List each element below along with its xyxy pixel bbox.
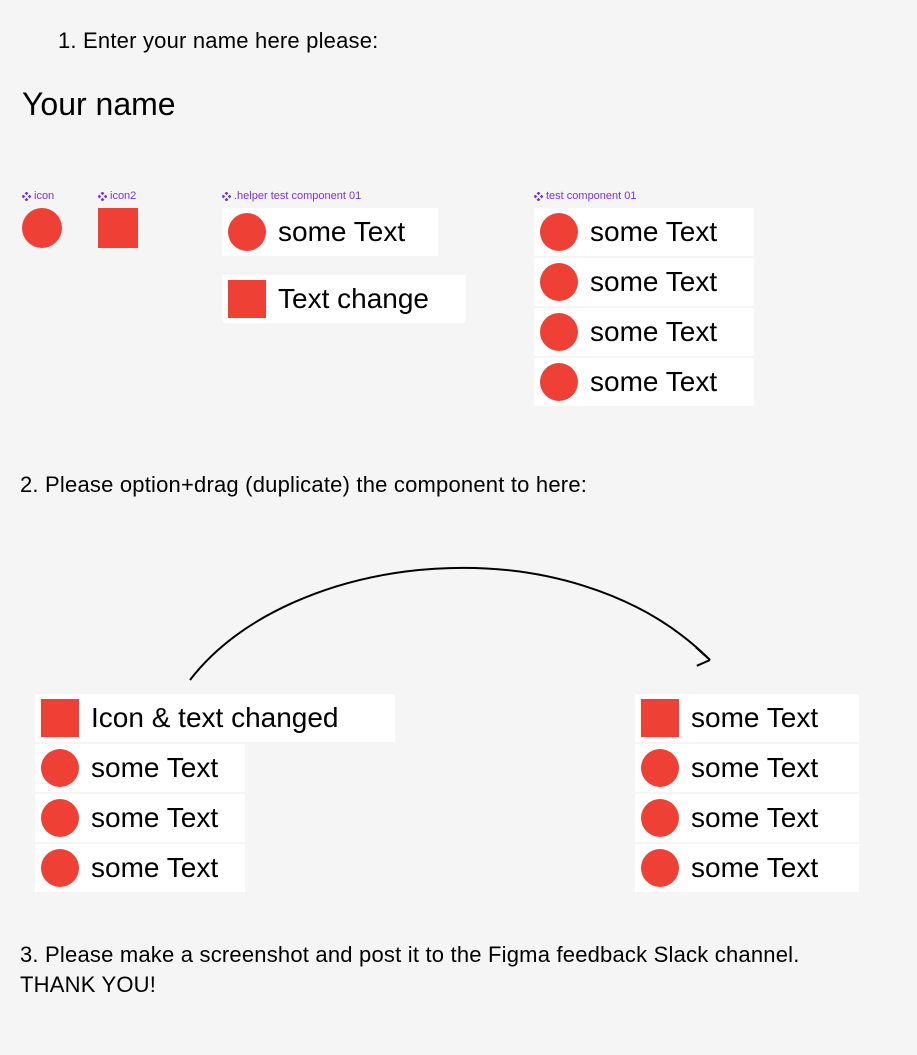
- component-label-text: test component 01: [546, 191, 637, 202]
- circle-icon: [540, 263, 578, 301]
- list-item-text: some Text: [691, 852, 818, 884]
- list-item-text: some Text: [691, 752, 818, 784]
- arrow-icon: [170, 530, 730, 700]
- list-item[interactable]: some Text: [635, 844, 859, 892]
- component-diamond-icon: [22, 192, 31, 201]
- component-label-icon2: icon2: [98, 191, 138, 202]
- list-item[interactable]: some Text: [534, 358, 754, 406]
- component-label-icon: icon: [22, 191, 62, 202]
- component-label-comp01: test component 01: [534, 191, 754, 202]
- component-label-text: icon2: [110, 191, 136, 202]
- instruction-step-3: 3. Please make a screenshot and post it …: [20, 940, 880, 999]
- circle-icon: [641, 849, 679, 887]
- component-label-helper: .helper test component 01: [222, 191, 438, 202]
- list-item-text: some Text: [590, 316, 717, 348]
- list-item-text: some Text: [590, 266, 717, 298]
- circle-icon: [540, 363, 578, 401]
- square-icon: [228, 280, 266, 318]
- helper-row-text: Text change: [278, 283, 429, 315]
- component-list: Icon & text changed some Text some Text …: [35, 694, 395, 892]
- component-diamond-icon: [98, 192, 107, 201]
- list-item[interactable]: some Text: [35, 794, 245, 842]
- list-item-text: some Text: [691, 802, 818, 834]
- square-icon: [641, 699, 679, 737]
- circle-icon: [540, 313, 578, 351]
- list-item[interactable]: some Text: [534, 258, 754, 306]
- component-label-text: icon: [34, 191, 54, 202]
- name-heading: Your name: [22, 86, 176, 123]
- component-diamond-icon: [534, 192, 543, 201]
- list-item[interactable]: some Text: [534, 308, 754, 356]
- test-component-instance-duplicate[interactable]: some Text some Text some Text some Text: [635, 694, 859, 892]
- component-diamond-icon: [222, 192, 231, 201]
- list-item[interactable]: some Text: [35, 844, 245, 892]
- list-item-text: some Text: [590, 216, 717, 248]
- list-item[interactable]: some Text: [534, 208, 754, 256]
- square-icon: [41, 699, 79, 737]
- circle-icon: [641, 749, 679, 787]
- helper-row-text: some Text: [278, 216, 405, 248]
- instruction-step-2: 2. Please option+drag (duplicate) the co…: [20, 472, 587, 498]
- helper-row[interactable]: Text change: [222, 275, 466, 323]
- helper-row[interactable]: some Text: [222, 208, 438, 256]
- test-component-01[interactable]: test component 01 some Text some Text so…: [534, 191, 754, 406]
- circle-icon: [228, 213, 266, 251]
- list-item[interactable]: some Text: [635, 794, 859, 842]
- list-item[interactable]: some Text: [635, 744, 859, 792]
- list-item[interactable]: Icon & text changed: [35, 694, 395, 742]
- circle-icon: [641, 799, 679, 837]
- helper-test-component-variant[interactable]: Text change: [222, 275, 466, 323]
- list-item-text: some Text: [91, 752, 218, 784]
- instruction-step-1: 1. Enter your name here please:: [58, 28, 379, 54]
- component-label-text: .helper test component 01: [234, 191, 361, 202]
- component-list: some Text some Text some Text some Text: [635, 694, 859, 892]
- list-item-text: some Text: [590, 366, 717, 398]
- list-item[interactable]: some Text: [35, 744, 245, 792]
- component-icon2[interactable]: icon2: [98, 191, 138, 248]
- component-list: some Text some Text some Text some Text: [534, 208, 754, 406]
- circle-icon: [41, 799, 79, 837]
- list-item-text: some Text: [91, 802, 218, 834]
- list-item-text: Icon & text changed: [91, 702, 339, 734]
- helper-test-component-01[interactable]: .helper test component 01 some Text: [222, 191, 438, 256]
- circle-icon: [41, 749, 79, 787]
- list-item-text: some Text: [91, 852, 218, 884]
- circle-icon: [540, 213, 578, 251]
- test-component-instance-modified[interactable]: Icon & text changed some Text some Text …: [35, 694, 395, 892]
- circle-icon: [22, 208, 62, 248]
- circle-icon: [41, 849, 79, 887]
- square-icon: [98, 208, 138, 248]
- list-item[interactable]: some Text: [635, 694, 859, 742]
- list-item-text: some Text: [691, 702, 818, 734]
- component-icon[interactable]: icon: [22, 191, 62, 248]
